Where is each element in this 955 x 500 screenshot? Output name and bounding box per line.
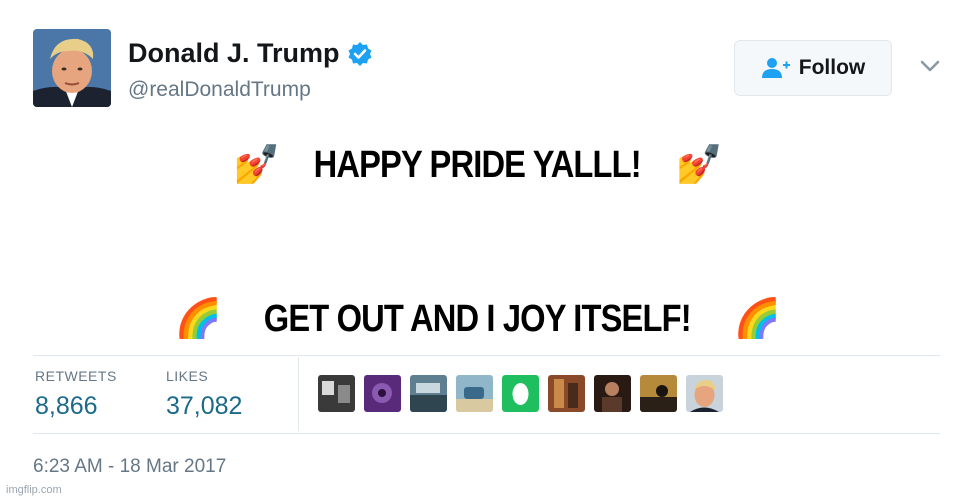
profile-photo-icon <box>33 29 111 107</box>
likers-list <box>318 375 723 412</box>
liker-avatar-9-icon <box>686 375 723 412</box>
retweets-stat[interactable]: RETWEETS 8,866 <box>35 368 117 421</box>
liker-avatar-2-icon <box>364 375 401 412</box>
divider <box>33 433 940 434</box>
likes-count: 37,082 <box>166 392 243 420</box>
chevron-down-icon[interactable] <box>919 58 941 74</box>
tweet-line-1: 💅 HAPPY PRIDE YALLL! 💅 <box>0 143 955 187</box>
divider <box>33 355 940 356</box>
liker-avatar-6-icon <box>548 375 585 412</box>
retweets-label: RETWEETS <box>35 368 117 384</box>
liker-avatar[interactable] <box>318 375 355 412</box>
tweet-timestamp[interactable]: 6:23 AM - 18 Mar 2017 <box>33 456 226 478</box>
watermark: imgflip.com <box>6 484 62 496</box>
handle[interactable]: @realDonaldTrump <box>128 78 311 102</box>
avatar[interactable] <box>33 29 111 107</box>
tweet-text-1: HAPPY PRIDE YALLL! <box>313 143 642 186</box>
follow-label: Follow <box>798 56 866 79</box>
liker-avatar[interactable] <box>410 375 447 412</box>
likes-label: LIKES <box>166 368 209 384</box>
tweet-text-2: GET OUT AND I JOY ITSELF! <box>264 297 692 340</box>
rainbow-icon: 🌈 <box>174 298 222 340</box>
stats-divider <box>298 357 299 431</box>
liker-avatar-4-icon <box>456 375 493 412</box>
liker-avatar[interactable] <box>502 375 539 412</box>
liker-avatar[interactable] <box>686 375 723 412</box>
likes-stat[interactable]: LIKES 37,082 <box>166 368 242 421</box>
liker-avatar-5-icon <box>502 375 539 412</box>
liker-avatar[interactable] <box>548 375 585 412</box>
name-row: Donald J. Trump <box>128 38 373 69</box>
rainbow-icon: 🌈 <box>733 298 781 340</box>
retweets-count: 8,866 <box>35 392 98 420</box>
tweet-line-2: 🌈 GET OUT AND I JOY ITSELF! 🌈 <box>0 297 955 341</box>
liker-avatar-7-icon <box>594 375 631 412</box>
liker-avatar-3-icon <box>410 375 447 412</box>
liker-avatar[interactable] <box>640 375 677 412</box>
add-user-icon <box>761 58 790 78</box>
liker-avatar[interactable] <box>594 375 631 412</box>
verified-badge-icon <box>348 41 372 66</box>
liker-avatar-1-icon <box>318 375 355 412</box>
liker-avatar[interactable] <box>456 375 493 412</box>
nail-polish-icon: 💅 <box>232 144 280 186</box>
liker-avatar-8-icon <box>640 375 677 412</box>
follow-button[interactable]: Follow <box>734 40 892 96</box>
nail-polish-icon: 💅 <box>675 144 723 186</box>
liker-avatar[interactable] <box>364 375 401 412</box>
display-name[interactable]: Donald J. Trump <box>128 38 340 69</box>
